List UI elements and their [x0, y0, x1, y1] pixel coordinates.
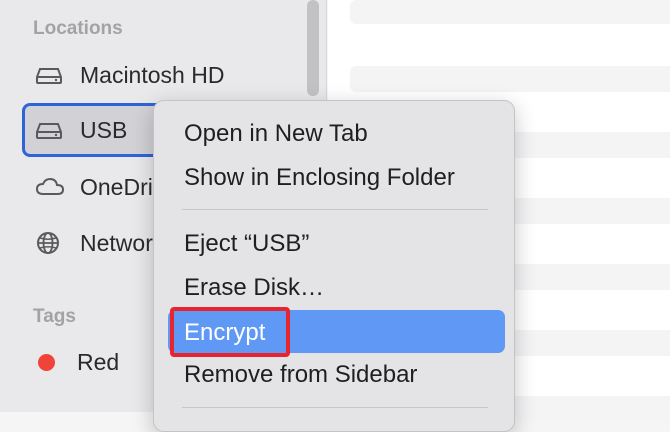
list-row-stripe: [350, 0, 670, 24]
menu-item-erase-disk[interactable]: Erase Disk…: [184, 268, 324, 308]
menu-item-encrypt-label: Encrypt: [184, 319, 266, 346]
sidebar-item-label: Macintosh HD: [80, 61, 225, 88]
menu-item-eject-usb[interactable]: Eject “USB”: [184, 224, 309, 264]
menu-item-remove-from-sidebar[interactable]: Remove from Sidebar: [184, 355, 417, 395]
menu-separator: [182, 209, 488, 210]
sidebar-item-label: Network: [80, 229, 165, 256]
sidebar-scrollbar[interactable]: [307, 0, 319, 96]
sidebar-item-label: Red: [77, 348, 120, 375]
globe-icon: [36, 231, 66, 255]
menu-item-open-in-new-tab[interactable]: Open in New Tab: [184, 114, 368, 154]
list-row-stripe: [350, 66, 670, 92]
cloud-icon: [36, 177, 66, 197]
menu-item-show-in-enclosing-folder[interactable]: Show in Enclosing Folder: [184, 158, 455, 198]
context-menu: Open in New Tab Show in Enclosing Folder…: [153, 100, 515, 432]
locations-header: Locations: [33, 18, 123, 39]
tags-header: Tags: [33, 306, 76, 327]
menu-separator: [182, 407, 488, 408]
external-drive-icon: [36, 120, 66, 140]
red-tag-dot-icon: [38, 353, 55, 371]
menu-item-encrypt[interactable]: Encrypt: [170, 307, 290, 357]
sidebar-item-macintosh-hd[interactable]: Macintosh HD: [22, 50, 292, 100]
internal-drive-icon: [36, 65, 66, 85]
sidebar-item-label: USB: [80, 116, 128, 143]
